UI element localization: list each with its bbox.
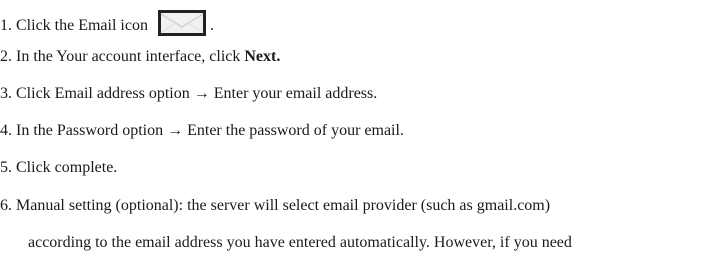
step-1: 1. Click the Email icon . bbox=[0, 10, 214, 36]
step-number: 5. bbox=[0, 159, 12, 176]
step-text: Manual setting (optional): the server wi… bbox=[16, 197, 551, 214]
step-number: 1. bbox=[0, 17, 12, 34]
step-number: 6. bbox=[0, 197, 12, 214]
instructions-document: 1. Click the Email icon . 2. In the Your… bbox=[0, 0, 721, 280]
step-3: 3. Click Email address option → Enter yo… bbox=[0, 84, 377, 104]
step-number: 4. bbox=[0, 122, 12, 139]
step-text: Click complete. bbox=[16, 159, 118, 176]
step-4: 4. In the Password option → Enter the pa… bbox=[0, 121, 404, 141]
step-number: 3. bbox=[0, 85, 12, 102]
step-text: Click the Email icon bbox=[16, 17, 148, 34]
step-bold-text: Next. bbox=[244, 48, 281, 65]
step-text: In the Password option → Enter the passw… bbox=[16, 122, 404, 139]
step-6: 6. Manual setting (optional): the server… bbox=[0, 196, 550, 216]
step-text-end: . bbox=[209, 17, 214, 34]
step-text: Click Email address option → Enter your … bbox=[16, 85, 378, 102]
step-text: In the Your account interface, click bbox=[16, 48, 245, 65]
step-6-continuation: according to the email address you have … bbox=[28, 233, 572, 253]
step-2: 2. In the Your account interface, click … bbox=[0, 47, 280, 67]
envelope-icon bbox=[157, 10, 206, 36]
step-5: 5. Click complete. bbox=[0, 158, 117, 178]
step-text-continuation: according to the email address you have … bbox=[28, 234, 572, 251]
step-number: 2. bbox=[0, 48, 12, 65]
